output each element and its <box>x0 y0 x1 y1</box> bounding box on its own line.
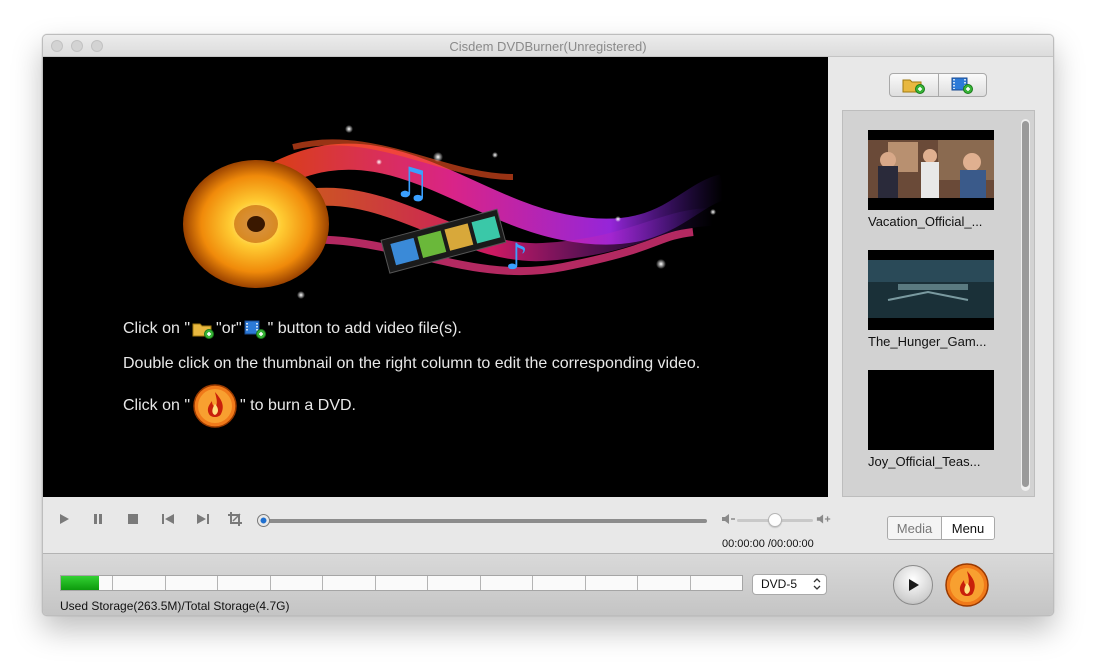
burn-button[interactable] <box>944 562 990 608</box>
instruction-add-text-2: "or" <box>216 320 242 337</box>
volume-slider-knob[interactable] <box>768 513 782 527</box>
previous-icon <box>162 514 174 524</box>
crop-button[interactable] <box>227 511 243 527</box>
playback-time: 00:00:00 /00:00:00 <box>722 538 814 550</box>
storage-label: Used Storage(263.5M)/Total Storage(4.7G) <box>60 599 290 613</box>
previous-button[interactable] <box>160 511 176 527</box>
add-video-icon <box>951 77 974 94</box>
volume-slider[interactable] <box>737 513 813 527</box>
menu-tab[interactable]: Menu <box>941 517 994 539</box>
instruction-burn: Click on " " to burn a DVD. <box>123 383 356 429</box>
video-thumbnail[interactable]: Vacation_Official_... <box>868 130 994 229</box>
video-thumbnail-label: The_Hunger_Gam... <box>868 334 987 349</box>
add-media-buttons <box>889 73 987 97</box>
svg-text:♫: ♫ <box>393 158 431 207</box>
play-button[interactable] <box>56 511 72 527</box>
thumbnail-scrollbar[interactable] <box>1021 119 1030 491</box>
video-thumbnail[interactable]: The_Hunger_Gam... <box>868 250 994 349</box>
video-thumbnail-label: Vacation_Official_... <box>868 214 983 229</box>
next-button[interactable] <box>195 511 211 527</box>
video-thumbnail-image <box>868 370 994 450</box>
burn-icon <box>193 384 237 428</box>
playback-controls: 00:00:00 /00:00:00 Media Menu <box>43 497 1053 553</box>
playback-progress-bar[interactable] <box>257 514 707 527</box>
bottom-bar: Used Storage(263.5M)/Total Storage(4.7G)… <box>43 553 1053 615</box>
mode-toggle: Media Menu <box>887 516 995 540</box>
burn-icon <box>945 563 989 607</box>
disc-type-select[interactable]: DVD-5 <box>752 574 827 595</box>
disc-type-value: DVD-5 <box>761 577 798 591</box>
add-video-button[interactable] <box>937 74 987 96</box>
welcome-artwork: ♫ ♪ <box>183 125 727 299</box>
add-folder-button[interactable] <box>890 74 938 96</box>
chevron-updown-icon <box>813 578 821 590</box>
storage-used-fill <box>61 576 100 590</box>
instruction-add: Click on " "or" " button to add video fi… <box>123 319 462 339</box>
stop-button[interactable] <box>125 511 141 527</box>
pause-button[interactable] <box>90 511 106 527</box>
app-window: Cisdem DVDBurner(Unregistered) ♫ ♪ Click… <box>42 34 1054 616</box>
video-thumbnail[interactable]: Joy_Official_Teas... <box>868 370 994 469</box>
svg-text:♪: ♪ <box>505 237 528 278</box>
instruction-burn-text-2: " to burn a DVD. <box>240 397 356 414</box>
preview-play-button[interactable] <box>893 565 933 605</box>
instruction-add-text-3: " button to add video file(s). <box>267 320 462 337</box>
play-icon <box>60 514 69 524</box>
thumbnail-scroll-thumb[interactable] <box>1022 121 1029 487</box>
preview-area: ♫ ♪ Click on " "or" " button to add vide… <box>43 57 828 497</box>
crop-icon <box>228 512 242 526</box>
window-title: Cisdem DVDBurner(Unregistered) <box>449 39 647 54</box>
volume-up-icon <box>816 514 831 524</box>
add-folder-icon <box>902 79 925 94</box>
instruction-add-text-1: Click on " <box>123 320 191 337</box>
video-thumbnail-image <box>868 130 994 210</box>
video-thumbnail-list[interactable]: Vacation_Official_... The_Hunger_Gam... <box>842 110 1035 497</box>
add-folder-icon <box>192 323 215 339</box>
playback-progress-knob[interactable] <box>257 514 270 527</box>
instruction-burn-text-1: Click on " <box>123 397 191 414</box>
media-sidebar: Vacation_Official_... The_Hunger_Gam... <box>828 57 1053 497</box>
pause-icon <box>94 514 102 524</box>
volume-up-button[interactable] <box>816 511 832 527</box>
video-thumbnail-image <box>868 250 994 330</box>
title-bar: Cisdem DVDBurner(Unregistered) <box>43 35 1053 57</box>
stop-icon <box>128 514 138 524</box>
storage-bar <box>60 575 743 591</box>
volume-down-icon <box>722 514 735 524</box>
volume-down-button[interactable] <box>721 511 737 527</box>
add-video-icon <box>244 320 266 339</box>
instruction-edit: Double click on the thumbnail on the rig… <box>123 355 701 372</box>
video-thumbnail-label: Joy_Official_Teas... <box>868 454 981 469</box>
play-icon <box>909 579 919 591</box>
media-tab[interactable]: Media <box>888 517 941 539</box>
next-icon <box>197 514 209 524</box>
